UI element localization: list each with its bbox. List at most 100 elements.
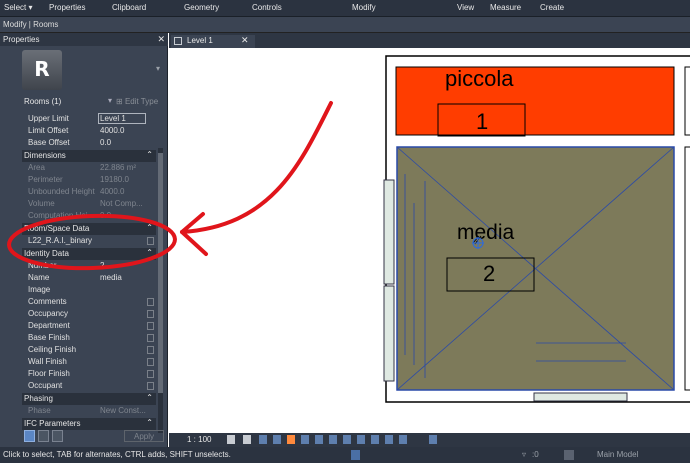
checkbox[interactable]: [147, 346, 154, 354]
highlight-displacement-icon[interactable]: [399, 435, 407, 444]
group-room-space-data[interactable]: Room/Space Data ⌃: [22, 223, 156, 235]
property-key: Floor Finish: [28, 369, 70, 378]
group-dimensions[interactable]: Dimensions ⌃: [22, 150, 156, 162]
collapse-icon[interactable]: ⌃: [146, 418, 153, 427]
ribbon-tab-properties[interactable]: Properties: [49, 3, 85, 12]
property-row[interactable]: Limit Offset 4000.0: [22, 125, 154, 137]
drawing-canvas[interactable]: piccola 1 media 2: [170, 48, 690, 433]
property-row[interactable]: Comments: [22, 296, 154, 308]
ribbon-tab-geometry[interactable]: Geometry: [184, 3, 219, 12]
edit-type-label: Edit Type: [124, 97, 159, 106]
render-icon[interactable]: [287, 435, 295, 444]
sort-alpha-icon[interactable]: [38, 430, 49, 442]
temporary-hide-icon[interactable]: [343, 435, 351, 444]
property-key: Occupancy: [28, 309, 69, 318]
property-row[interactable]: L22_R.A.I._binary: [22, 235, 154, 247]
property-row[interactable]: Upper Limit Level 1: [22, 113, 154, 125]
ribbon-tab-view[interactable]: View: [457, 3, 474, 12]
group-title: Room/Space Data: [24, 224, 90, 233]
checkbox[interactable]: [147, 237, 154, 245]
shadows-icon[interactable]: [273, 435, 281, 444]
room-name-label[interactable]: media: [457, 221, 515, 244]
checkbox[interactable]: [147, 322, 154, 330]
property-key: Base Offset: [28, 138, 70, 147]
checkbox[interactable]: [147, 370, 154, 378]
ribbon-tab-measure[interactable]: Measure: [490, 3, 521, 12]
group-ifc-parameters[interactable]: IFC Parameters ⌃: [22, 418, 156, 430]
property-row[interactable]: Department: [22, 320, 154, 332]
detail-level-icon[interactable]: [227, 435, 235, 444]
chevron-down-icon[interactable]: ▾: [108, 96, 112, 105]
ribbon-tab-create[interactable]: Create: [540, 3, 564, 12]
ribbon-tab-controls[interactable]: Controls: [252, 3, 282, 12]
property-row[interactable]: Floor Finish: [22, 368, 154, 380]
property-row[interactable]: Occupant: [22, 380, 154, 392]
visual-style-icon[interactable]: [243, 435, 251, 444]
worksets-icon[interactable]: [351, 450, 360, 460]
group-phasing[interactable]: Phasing ⌃: [22, 393, 156, 405]
room-name-label[interactable]: piccola: [445, 66, 514, 91]
worksharing-icon[interactable]: [371, 435, 379, 444]
checkbox[interactable]: [147, 298, 154, 306]
crop-view-icon[interactable]: [301, 435, 309, 444]
reveal-constraints-icon[interactable]: [429, 435, 437, 444]
view-scale[interactable]: 1 : 100: [187, 435, 211, 444]
property-row[interactable]: Name media: [22, 272, 154, 284]
checkbox[interactable]: [147, 310, 154, 318]
properties-scrollbar[interactable]: [158, 148, 163, 433]
ribbon-bar: Select ▾ Properties Clipboard Geometry C…: [0, 0, 690, 17]
property-row[interactable]: Base Offset 0.0: [22, 137, 154, 149]
active-model[interactable]: Main Model: [597, 450, 638, 459]
type-selector[interactable]: R ▾: [22, 50, 162, 90]
select-label: Select: [4, 3, 27, 12]
sort-icon[interactable]: [24, 430, 35, 442]
show-crop-icon[interactable]: [315, 435, 323, 444]
tab-level-1[interactable]: Level 1 ✕: [171, 35, 255, 48]
scrollbar-thumb[interactable]: [158, 153, 163, 393]
window-left-upper[interactable]: [383, 179, 395, 285]
window-right-upper[interactable]: [684, 66, 690, 136]
property-value: media: [100, 273, 122, 282]
property-row[interactable]: Base Finish: [22, 332, 154, 344]
collapse-icon[interactable]: ⌃: [146, 223, 153, 232]
collapse-icon[interactable]: ⌃: [146, 248, 153, 257]
checkbox[interactable]: [147, 334, 154, 342]
design-options-icon[interactable]: [564, 450, 574, 460]
ribbon-tab-clipboard[interactable]: Clipboard: [112, 3, 146, 12]
sun-path-icon[interactable]: [259, 435, 267, 444]
property-row[interactable]: Image: [22, 284, 154, 296]
status-message: Click to select, TAB for alternates, CTR…: [3, 450, 231, 459]
ribbon-tab-modify[interactable]: Modify: [352, 3, 376, 12]
close-icon[interactable]: ✕: [241, 35, 249, 46]
collapse-icon[interactable]: ⌃: [146, 393, 153, 402]
property-row: Perimeter 19180.0: [22, 174, 154, 186]
room-number-label[interactable]: 1: [476, 109, 488, 134]
chevron-down-icon[interactable]: ▾: [156, 64, 160, 73]
property-row[interactable]: Occupancy: [22, 308, 154, 320]
edit-type-button[interactable]: ⊞ Edit Type: [116, 97, 158, 106]
floor-plan[interactable]: piccola 1 media 2: [170, 48, 690, 433]
checkbox[interactable]: [147, 382, 154, 390]
checkbox[interactable]: [147, 358, 154, 366]
apply-button[interactable]: Apply: [124, 430, 164, 442]
window-bottom[interactable]: [533, 392, 628, 402]
sort-reverse-icon[interactable]: [52, 430, 63, 442]
unlocked-3d-icon[interactable]: [329, 435, 337, 444]
window-right-lower[interactable]: [684, 146, 690, 391]
reveal-hidden-icon[interactable]: [357, 435, 365, 444]
analytical-icon[interactable]: [385, 435, 393, 444]
collapse-icon[interactable]: ⌃: [146, 150, 153, 159]
status-bar: Click to select, TAB for alternates, CTR…: [0, 447, 690, 463]
instance-filter[interactable]: Rooms (1) ▾ ⊞ Edit Type: [22, 96, 166, 108]
property-key: Occupant: [28, 381, 63, 390]
close-icon[interactable]: ✕: [157, 34, 165, 45]
property-row[interactable]: Number 2: [22, 260, 154, 272]
group-identity-data[interactable]: Identity Data ⌃: [22, 248, 156, 260]
select-menu[interactable]: Select ▾: [4, 3, 32, 12]
property-key: Volume: [28, 199, 55, 208]
room-number-label[interactable]: 2: [483, 261, 495, 286]
property-row[interactable]: Ceiling Finish: [22, 344, 154, 356]
window-left-lower[interactable]: [383, 285, 395, 382]
property-row[interactable]: Wall Finish: [22, 356, 154, 368]
property-row: Computation Hei... 0.0: [22, 210, 154, 222]
